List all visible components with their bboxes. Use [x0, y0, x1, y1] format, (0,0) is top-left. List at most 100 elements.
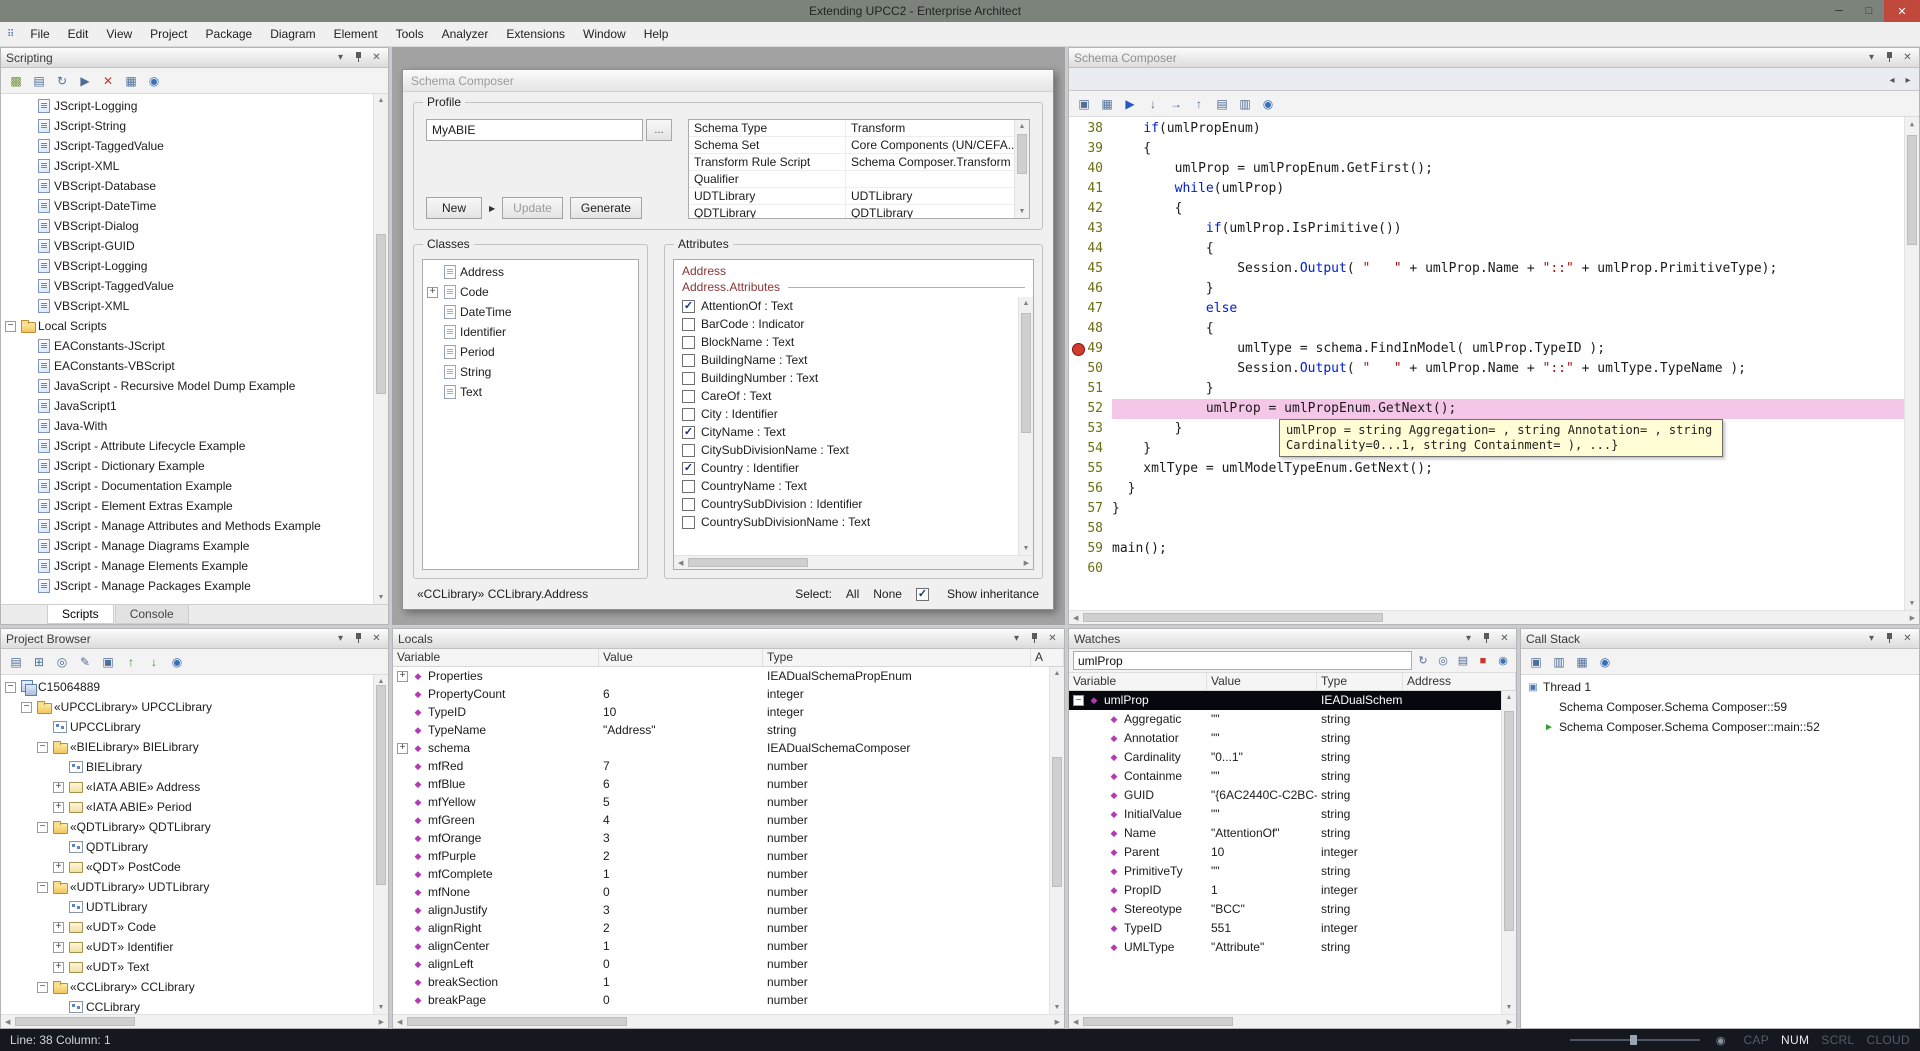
- watch-row[interactable]: Stereotype "BCC" string: [1069, 900, 1501, 919]
- close-button[interactable]: ✕: [1884, 0, 1920, 22]
- code-line[interactable]: 58: [1069, 519, 1904, 539]
- breakpoint-margin[interactable]: [1069, 439, 1086, 459]
- auto-hide-pin-icon[interactable]: [1883, 51, 1896, 64]
- stack-options-icon[interactable]: [1571, 651, 1593, 673]
- attribute-item[interactable]: BuildingNumber : Text: [674, 369, 1019, 387]
- scrollbar-vertical[interactable]: [1018, 297, 1033, 555]
- menu-item[interactable]: View: [97, 27, 141, 41]
- expander-icon[interactable]: [5, 682, 16, 693]
- package-options-icon[interactable]: [97, 651, 119, 673]
- locals-row[interactable]: mfNone 0 number: [393, 883, 1049, 901]
- attribute-item[interactable]: BarCode : Indicator: [674, 315, 1019, 333]
- scrollbar-horizontal[interactable]: [393, 1014, 1064, 1028]
- attribute-checkbox[interactable]: [682, 426, 695, 439]
- close-icon[interactable]: [1498, 632, 1511, 645]
- expander-icon[interactable]: [427, 287, 438, 298]
- code-line[interactable]: 46 }: [1069, 279, 1904, 299]
- save-stack-icon[interactable]: [1525, 651, 1547, 673]
- scrollbar-thumb[interactable]: [688, 558, 808, 567]
- refresh-scripts-icon[interactable]: [51, 70, 73, 92]
- code-line[interactable]: 55 xmlType = umlModelTypeEnum.GetNext();: [1069, 459, 1904, 479]
- project-tree-item[interactable]: UDTLibrary: [1, 897, 372, 917]
- minimize-button[interactable]: ─: [1824, 0, 1854, 22]
- locals-row[interactable]: TypeName "Address" string: [393, 721, 1049, 739]
- menu-item[interactable]: Diagram: [261, 27, 324, 41]
- project-tree-item[interactable]: «CCLibrary» CCLibrary: [1, 977, 372, 997]
- expander-icon[interactable]: [53, 862, 64, 873]
- class-item[interactable]: Address: [423, 262, 638, 282]
- view-source-icon[interactable]: [1211, 93, 1233, 115]
- menu-item[interactable]: Window: [574, 27, 635, 41]
- attribute-checkbox[interactable]: [682, 336, 695, 349]
- script-tree-item[interactable]: JScript - Manage Elements Example: [1, 556, 372, 576]
- locals-row[interactable]: alignCenter 1 number: [393, 937, 1049, 955]
- code-editor[interactable]: umlProp = string Aggregation= , string A…: [1069, 117, 1919, 610]
- scrollbar-thumb[interactable]: [1083, 1017, 1233, 1026]
- new-script-icon[interactable]: [28, 70, 50, 92]
- script-tree-item[interactable]: VBScript-XML: [1, 296, 372, 316]
- profile-property-row[interactable]: Schema Set Core Components (UN/CEFA...: [689, 137, 1015, 154]
- breakpoint-margin[interactable]: [1069, 339, 1086, 359]
- project-tree-item[interactable]: «QDTLibrary» QDTLibrary: [1, 817, 372, 837]
- attribute-item[interactable]: CountrySubDivisionName : Text: [674, 513, 1019, 531]
- view-output-icon[interactable]: [1234, 93, 1256, 115]
- menu-item[interactable]: Edit: [59, 27, 98, 41]
- browse-button[interactable]: ...: [646, 119, 672, 141]
- window-position-icon[interactable]: [1010, 632, 1023, 645]
- project-tree-item[interactable]: UPCCLibrary: [1, 717, 372, 737]
- window-position-icon[interactable]: [334, 51, 347, 64]
- locals-row[interactable]: mfOrange 3 number: [393, 829, 1049, 847]
- scrollbar-horizontal[interactable]: [1069, 610, 1919, 624]
- save-icon[interactable]: [1073, 93, 1095, 115]
- expander-icon[interactable]: [53, 802, 64, 813]
- help-book-icon[interactable]: [1454, 652, 1472, 670]
- project-tree-item[interactable]: C15064889: [1, 677, 372, 697]
- script-tree-item[interactable]: VBScript-GUID: [1, 236, 372, 256]
- project-tree-item[interactable]: «BIELibrary» BIELibrary: [1, 737, 372, 757]
- script-tree-item[interactable]: EAConstants-JScript: [1, 336, 372, 356]
- status-indicator[interactable]: SCRL: [1821, 1033, 1854, 1047]
- breakpoint-margin[interactable]: [1069, 519, 1086, 539]
- project-tree-item[interactable]: «QDT» PostCode: [1, 857, 372, 877]
- close-icon[interactable]: [1046, 632, 1059, 645]
- new-model-icon[interactable]: [5, 651, 27, 673]
- stop-icon[interactable]: [1474, 652, 1492, 670]
- locals-row[interactable]: mfGreen 4 number: [393, 811, 1049, 829]
- breakpoint-margin[interactable]: [1069, 499, 1086, 519]
- schema-composer-caption[interactable]: Schema Composer: [403, 70, 1053, 92]
- project-tree-item[interactable]: «IATA ABIE» Period: [1, 797, 372, 817]
- watch-row[interactable]: Annotatior "" string: [1069, 729, 1501, 748]
- search-icon[interactable]: [51, 651, 73, 673]
- script-tree-item[interactable]: VBScript-Dialog: [1, 216, 372, 236]
- profile-name-input[interactable]: MyABIE: [426, 119, 643, 141]
- script-tree-item[interactable]: Local Scripts: [1, 316, 372, 336]
- breakpoint-margin[interactable]: [1069, 419, 1086, 439]
- expander-icon[interactable]: [37, 742, 48, 753]
- scrollbar-thumb[interactable]: [376, 234, 386, 394]
- code-line[interactable]: 43 if(umlProp.IsPrimitive()): [1069, 219, 1904, 239]
- scrollbar-vertical[interactable]: [1049, 667, 1064, 1014]
- watch-row[interactable]: Name "AttentionOf" string: [1069, 824, 1501, 843]
- column-header[interactable]: Variable: [393, 649, 599, 666]
- scrollbar-thumb[interactable]: [1017, 134, 1027, 174]
- breakpoint-margin[interactable]: [1069, 179, 1086, 199]
- script-tree-item[interactable]: JScript - Manage Diagrams Example: [1, 536, 372, 556]
- breakpoint-margin[interactable]: [1069, 159, 1086, 179]
- class-item[interactable]: Code: [423, 282, 638, 302]
- script-options-icon[interactable]: [120, 70, 142, 92]
- locals-row[interactable]: PropertyCount 6 integer: [393, 685, 1049, 703]
- script-tree-item[interactable]: JScript - Documentation Example: [1, 476, 372, 496]
- project-tree-item[interactable]: «UDT» Code: [1, 917, 372, 937]
- scrollbar-vertical[interactable]: [1014, 120, 1029, 218]
- script-tree-item[interactable]: Java-With: [1, 416, 372, 436]
- code-line[interactable]: 41 while(umlProp): [1069, 179, 1904, 199]
- breakpoint-margin[interactable]: [1069, 539, 1086, 559]
- new-button[interactable]: New: [426, 197, 482, 219]
- new-package-icon[interactable]: [28, 651, 50, 673]
- debug-run-icon[interactable]: [1119, 93, 1141, 115]
- project-tree-item[interactable]: «UDT» Identifier: [1, 937, 372, 957]
- attribute-item[interactable]: City : Identifier: [674, 405, 1019, 423]
- script-tree-item[interactable]: EAConstants-VBScript: [1, 356, 372, 376]
- expander-icon[interactable]: [53, 782, 64, 793]
- breakpoint-margin[interactable]: [1069, 259, 1086, 279]
